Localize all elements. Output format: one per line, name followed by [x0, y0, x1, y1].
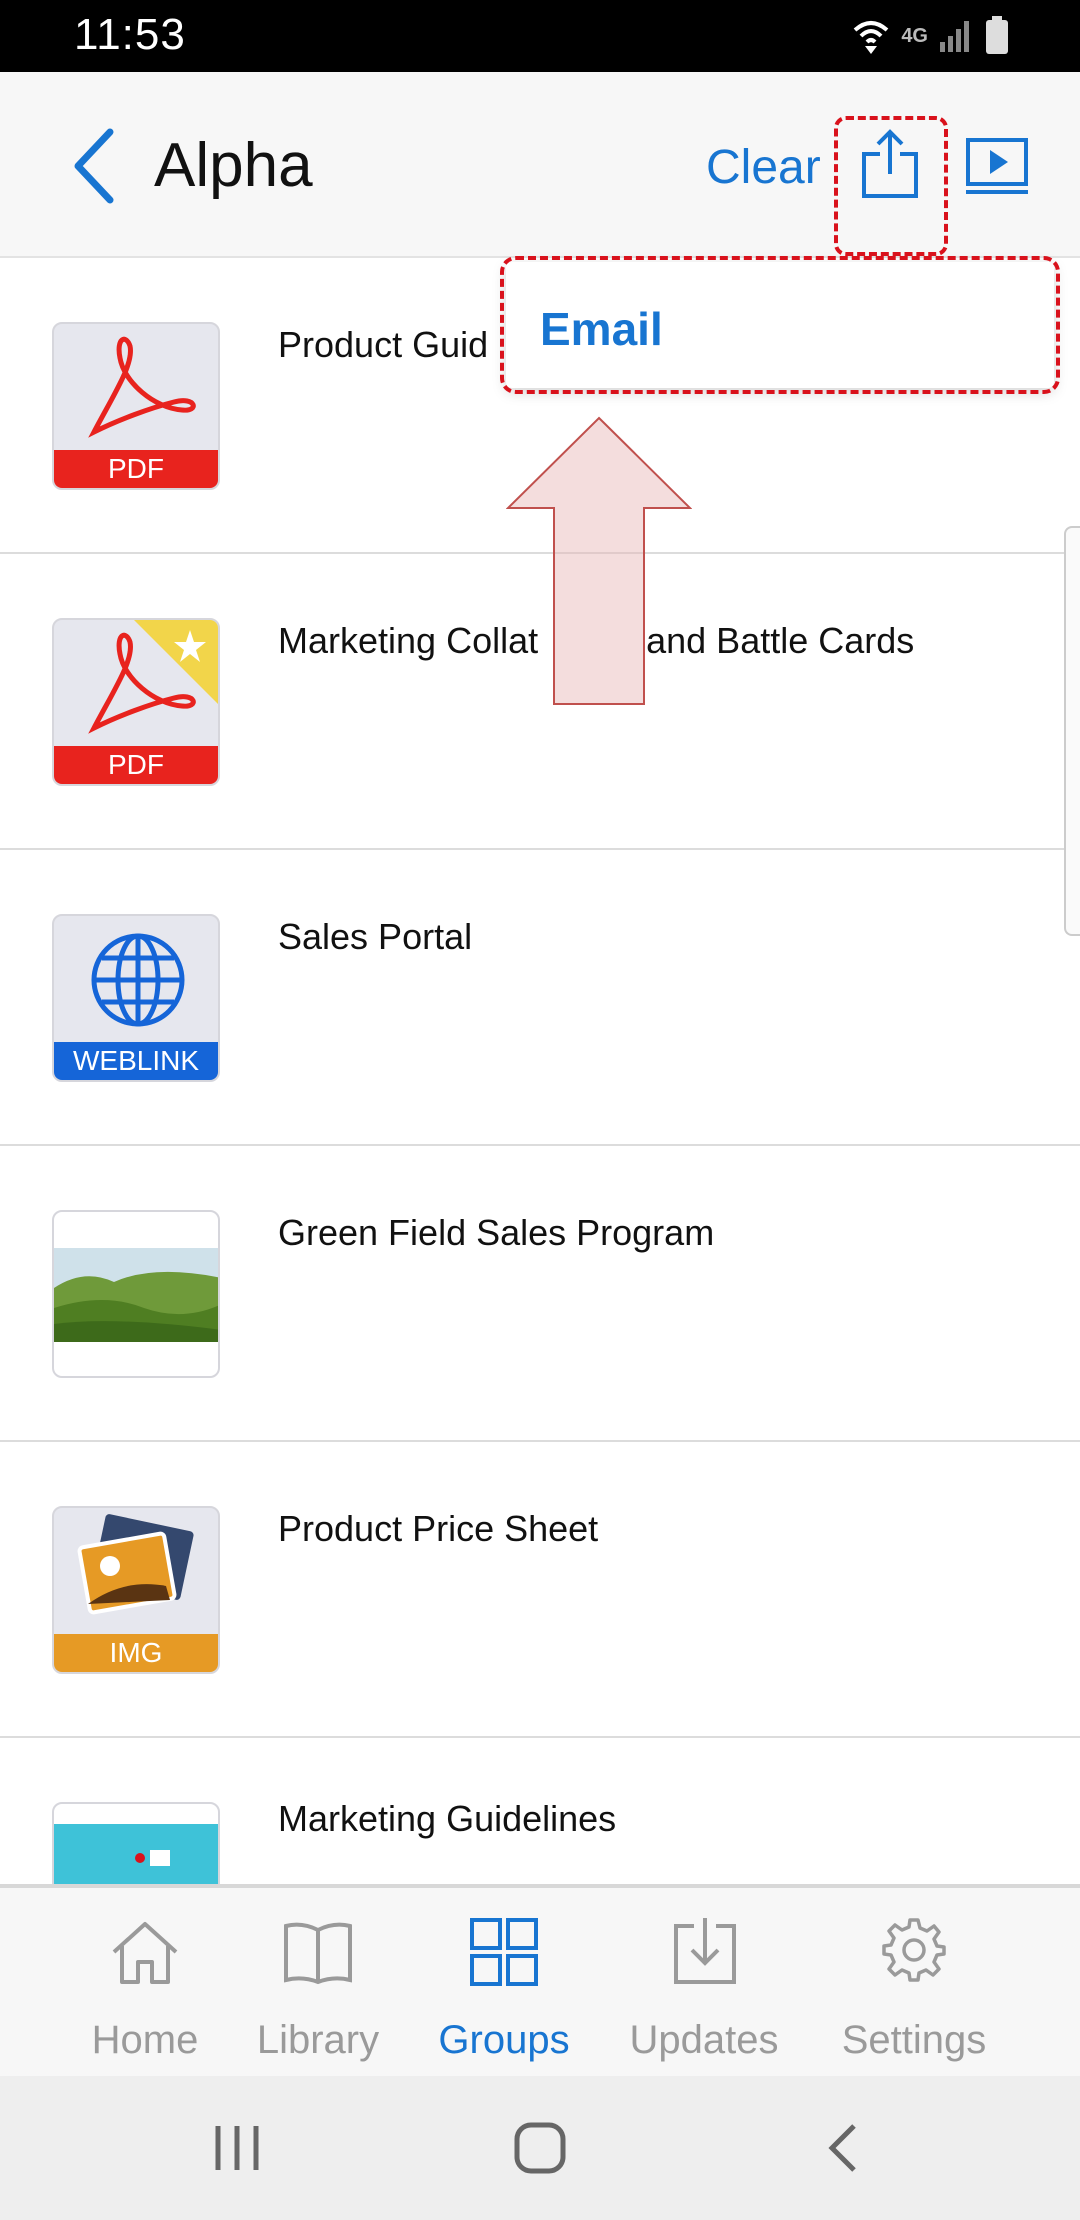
list-item[interactable]: IMG Product Price Sheet	[0, 1442, 1080, 1738]
thumb-band-label: PDF	[54, 746, 218, 784]
globe-icon	[91, 933, 185, 1027]
list-item[interactable]: WEBLINK Sales Portal	[0, 850, 1080, 1146]
status-bar: 11:53 4G	[0, 0, 1080, 72]
pdf-thumbnail: PDF	[52, 618, 220, 786]
grid-icon	[470, 1918, 538, 1986]
up-arrow-annotation	[506, 416, 692, 705]
share-highlight-box	[834, 116, 948, 256]
diagram-thumbnail	[52, 1802, 220, 1886]
signal-icon	[940, 21, 969, 52]
system-nav-bar	[0, 2076, 1080, 2220]
wifi-icon	[853, 21, 889, 54]
gear-icon	[882, 1918, 946, 1982]
page-title: Alpha	[154, 131, 313, 200]
landscape-thumbnail	[52, 1210, 220, 1378]
status-time: 11:53	[74, 10, 186, 59]
tab-label: Settings	[841, 2018, 987, 2062]
email-highlight-box	[500, 256, 1060, 394]
photo-icon	[77, 1514, 194, 1615]
list-item[interactable]: Marketing Guidelines	[0, 1738, 1080, 1886]
scroll-handle[interactable]	[1064, 526, 1080, 936]
img-thumbnail: IMG	[52, 1506, 220, 1674]
tab-updates[interactable]: Updates	[614, 1906, 794, 2076]
item-title: Green Field Sales Program	[278, 1212, 715, 1253]
present-icon[interactable]	[964, 136, 1030, 198]
tab-home[interactable]: Home	[70, 1906, 220, 2076]
book-icon	[284, 1922, 352, 1985]
weblink-thumbnail: WEBLINK	[52, 914, 220, 1082]
tab-label: Home	[91, 2018, 199, 2062]
clear-button[interactable]: Clear	[706, 140, 821, 195]
acrobat-icon	[88, 336, 196, 438]
back-button[interactable]	[66, 126, 122, 206]
item-title-start: Marketing Collat	[278, 620, 539, 661]
recent-apps-icon[interactable]	[212, 2120, 262, 2176]
home-nav-icon[interactable]	[512, 2120, 568, 2176]
network-type: 4G	[901, 24, 928, 47]
pdf-thumbnail: PDF	[52, 322, 220, 490]
tab-groups[interactable]: Groups	[424, 1906, 584, 2076]
battery-icon	[986, 16, 1008, 54]
status-icons: 4G	[851, 14, 1010, 58]
tab-library[interactable]: Library	[240, 1906, 396, 2076]
home-icon	[112, 1922, 178, 1984]
list-item[interactable]: Green Field Sales Program	[0, 1146, 1080, 1442]
tab-label: Updates	[629, 2018, 779, 2062]
item-title: Marketing Guidelines	[278, 1798, 617, 1839]
download-icon	[674, 1918, 736, 1984]
item-title: Sales Portal	[278, 916, 473, 957]
tab-settings[interactable]: Settings	[828, 1906, 1000, 2076]
favorite-star-icon	[134, 620, 218, 704]
landscape-image	[54, 1248, 218, 1342]
thumb-band-label: PDF	[54, 450, 218, 488]
back-nav-icon[interactable]	[822, 2120, 862, 2176]
tab-label: Groups	[438, 2018, 570, 2062]
item-title: Product Price Sheet	[278, 1508, 599, 1549]
tab-bar: Home Library Groups Updates Settings	[0, 1884, 1080, 2076]
item-title: Product Guid	[278, 324, 489, 365]
tab-label: Library	[256, 2018, 380, 2062]
thumb-band-label: IMG	[54, 1634, 218, 1672]
diagram-image	[54, 1824, 218, 1886]
thumb-band-label: WEBLINK	[54, 1042, 218, 1080]
